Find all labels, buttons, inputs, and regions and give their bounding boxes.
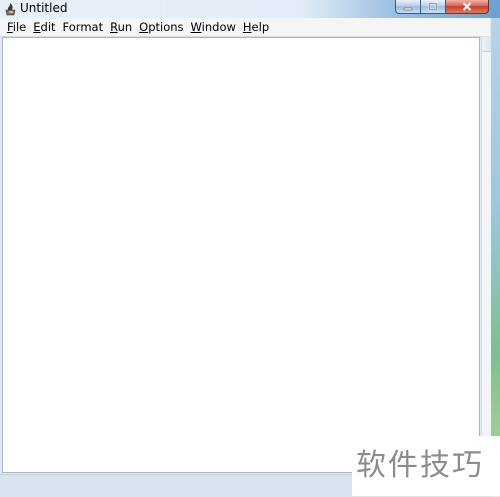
caption-buttons: [395, 0, 489, 14]
python-idle-icon[interactable]: [3, 1, 18, 16]
code-editor-input[interactable]: [3, 38, 479, 472]
menu-file[interactable]: File: [4, 18, 29, 36]
close-icon: [462, 2, 472, 11]
menu-help-label: elp: [251, 20, 270, 34]
menu-options[interactable]: Options: [136, 18, 186, 36]
window-title: Untitled: [20, 1, 68, 15]
window-right-frame: [491, 18, 500, 496]
menu-help[interactable]: Help: [240, 18, 272, 36]
menu-edit[interactable]: Edit: [30, 18, 58, 36]
menu-bar: File Edit Format Run Options Window Help: [0, 18, 490, 37]
title-bar[interactable]: Untitled: [0, 0, 500, 18]
menu-window-mnemonic: W: [190, 20, 202, 34]
menu-format-label: Format: [62, 20, 104, 34]
menu-format[interactable]: Format: [60, 18, 107, 36]
menu-help-mnemonic: H: [242, 20, 252, 34]
menu-file-label: ile: [12, 20, 27, 34]
menu-run-mnemonic: R: [110, 20, 118, 34]
menu-edit-mnemonic: E: [33, 20, 41, 34]
menu-run[interactable]: Run: [107, 18, 135, 36]
maximize-icon: [428, 2, 438, 11]
editor-area[interactable]: [2, 37, 480, 473]
menu-options-mnemonic: O: [139, 20, 149, 34]
maximize-button[interactable]: [421, 0, 446, 14]
watermark-text: 软件技巧: [356, 448, 484, 483]
close-button[interactable]: [446, 0, 489, 14]
menu-window-label: indow: [201, 20, 236, 34]
minimize-button[interactable]: [395, 0, 421, 14]
menu-window[interactable]: Window: [188, 18, 239, 36]
menu-run-label: un: [117, 20, 133, 34]
minimize-icon: [403, 7, 413, 10]
watermark: 软件技巧: [352, 436, 500, 496]
menu-options-label: ptions: [148, 20, 184, 34]
menu-edit-label: dit: [40, 20, 56, 34]
